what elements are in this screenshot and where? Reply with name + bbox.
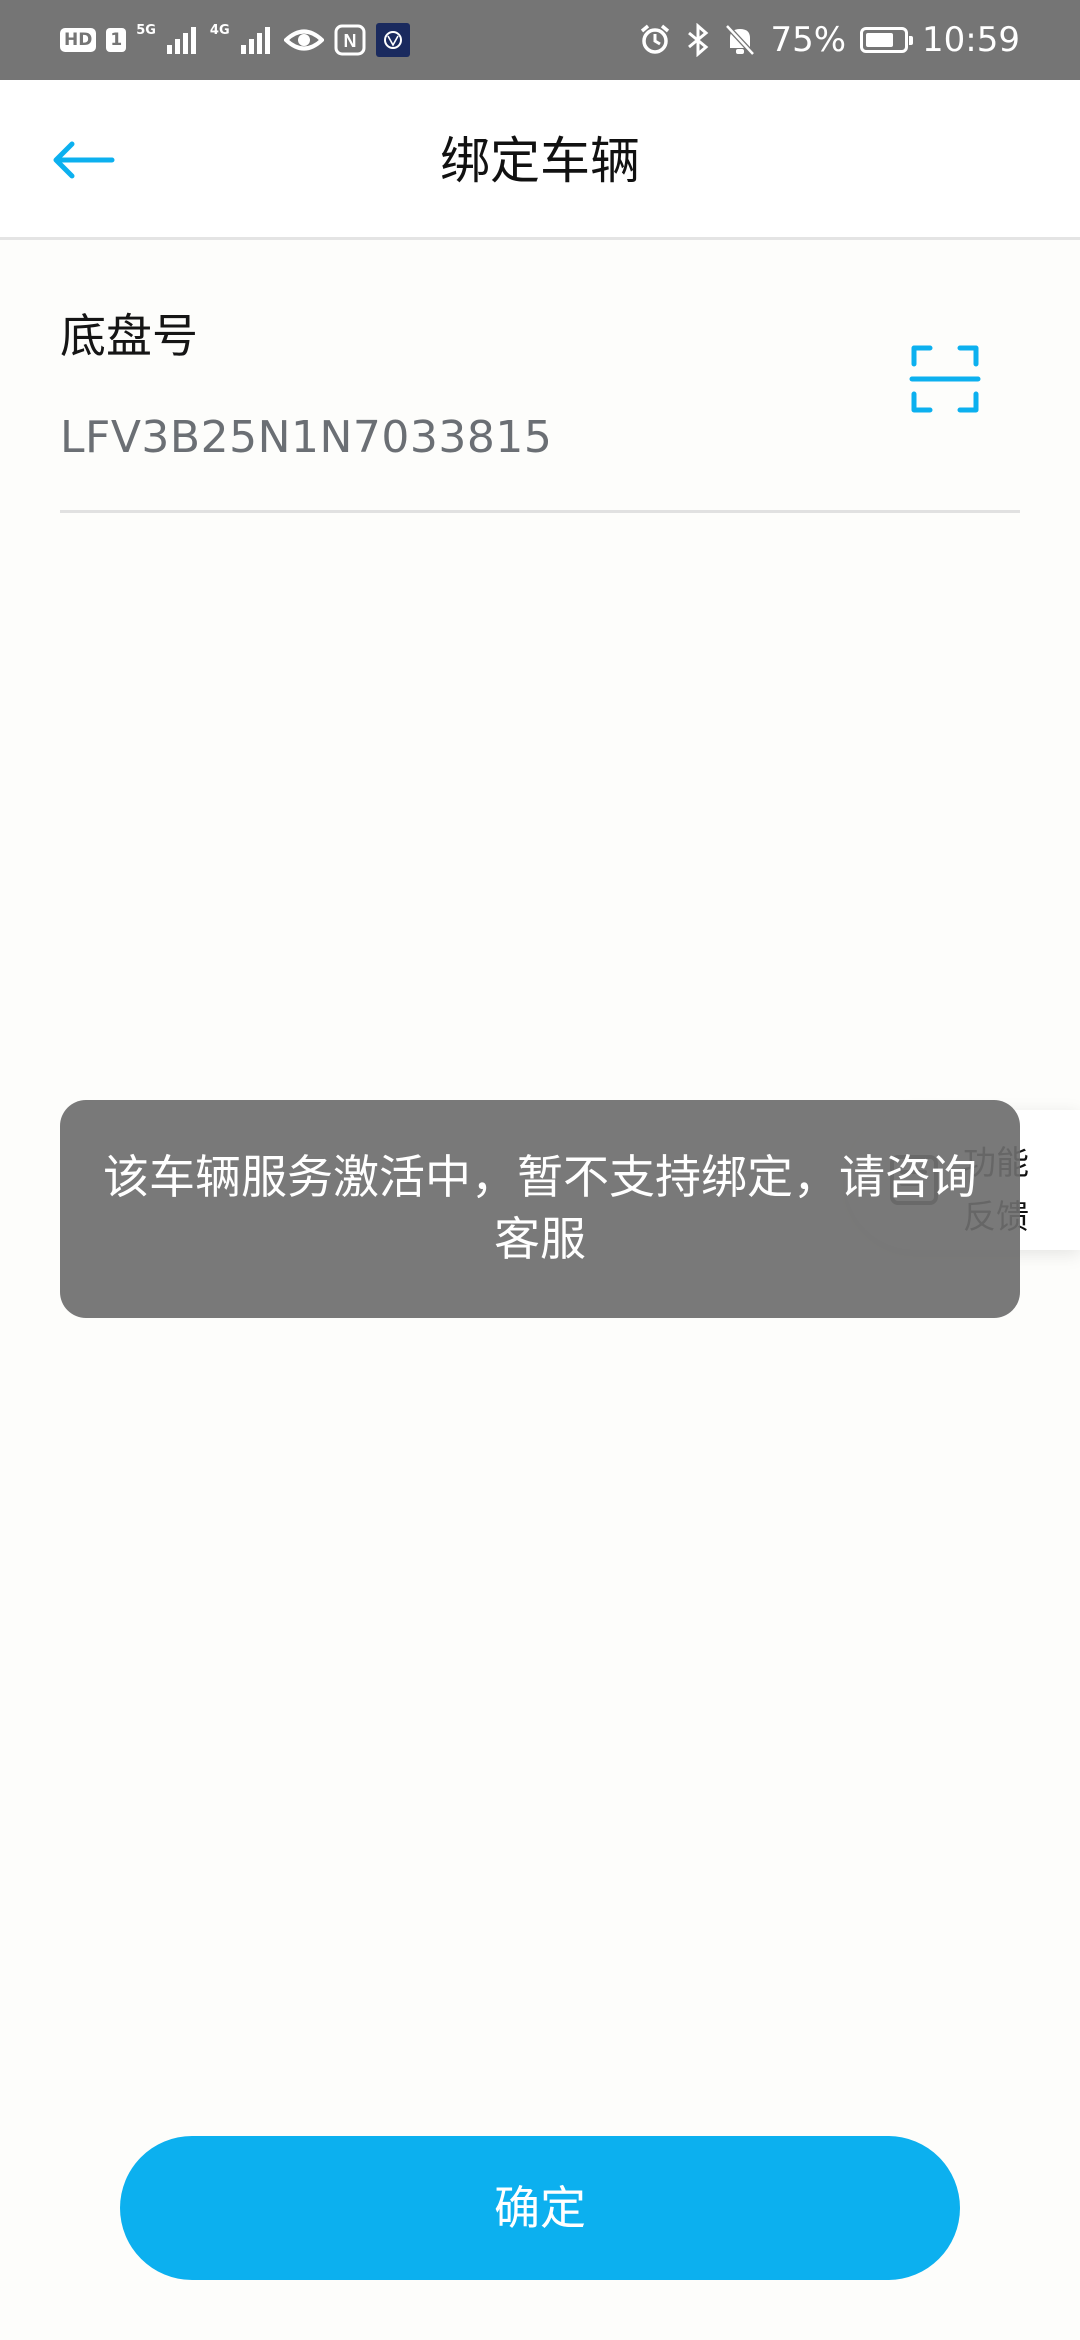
status-right: 75% 10:59 — [638, 20, 1020, 60]
bell-muted-icon — [725, 24, 756, 56]
field-divider — [60, 510, 1020, 513]
signal-icon — [166, 27, 196, 54]
bluetooth-icon — [688, 23, 709, 57]
nfc-icon: N — [334, 24, 366, 56]
hd-badge: HD — [60, 28, 97, 52]
app-screen: HD 1 5G 4G N 75% 10:59 绑定车辆 底盘号 LFV3B25N… — [0, 0, 1080, 2340]
alarm-icon — [641, 24, 670, 54]
eye-icon — [283, 29, 324, 51]
sim-number: 1 — [106, 28, 127, 52]
vw-app-icon — [375, 23, 410, 57]
status-bar: HD 1 5G 4G N 75% 10:59 — [0, 0, 1080, 80]
scan-icon — [909, 345, 981, 413]
network-5g-label: 5G — [136, 22, 156, 38]
page-title: 绑定车辆 — [440, 132, 640, 190]
nfc-label: N — [343, 31, 356, 51]
signal-icon — [240, 27, 270, 54]
battery-percent: 75% — [770, 20, 847, 60]
network-4g-label: 4G — [209, 22, 230, 38]
confirm-button[interactable]: 确定 — [120, 2136, 960, 2280]
scan-button[interactable] — [908, 342, 982, 416]
app-header: 绑定车辆 — [0, 80, 1080, 240]
battery-level — [866, 33, 894, 47]
status-time: 10:59 — [922, 20, 1020, 60]
status-left: HD 1 5G 4G N — [60, 20, 410, 60]
vin-field[interactable]: LFV3B25N1N7033815 — [60, 412, 552, 463]
battery-icon — [860, 27, 914, 53]
vin-label: 底盘号 — [60, 309, 198, 363]
toast-message: 该车辆服务激活中，暂不支持绑定，请咨询客服 — [60, 1100, 1020, 1318]
vw-logo-icon — [383, 31, 402, 49]
